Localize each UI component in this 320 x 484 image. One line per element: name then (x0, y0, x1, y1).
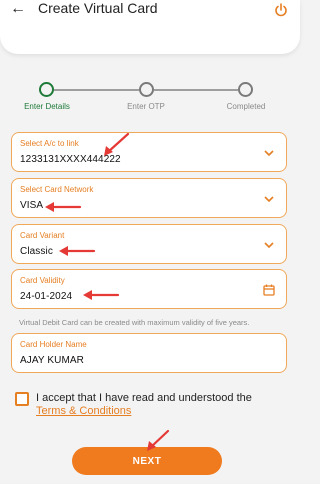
validity-helper-text: Virtual Debit Card can be created with m… (19, 318, 250, 327)
back-button[interactable]: ← (6, 0, 30, 18)
account-select[interactable]: Select A/c to link 1233131XXXX444222 (11, 132, 287, 172)
terms-link[interactable]: Terms & Conditions (36, 405, 131, 417)
progress-stepper: Enter Details Enter OTP Completed (0, 72, 300, 122)
power-button[interactable] (270, 0, 292, 20)
next-button[interactable]: NEXT (72, 447, 222, 475)
account-select-label: Select A/c to link (20, 139, 79, 148)
step-connector (54, 89, 139, 91)
chevron-down-icon (262, 239, 276, 251)
card-validity-field[interactable]: Card Validity 24-01-2024 (11, 269, 287, 309)
card-holder-name-label: Card Holder Name (20, 340, 87, 349)
chevron-down-icon (262, 193, 276, 205)
card-network-select[interactable]: Select Card Network VISA (11, 178, 287, 218)
account-select-value: 1233131XXXX444222 (20, 154, 121, 165)
chevron-down-icon (262, 147, 276, 159)
step-label-completed: Completed (226, 102, 266, 111)
card-network-value: VISA (20, 200, 44, 211)
accept-text: I accept that I have read and understood… (36, 392, 252, 404)
step-connector (154, 89, 238, 91)
step-label-enter-details: Enter Details (24, 102, 70, 111)
calendar-icon[interactable] (262, 284, 276, 296)
power-icon (275, 3, 287, 17)
arrow-left-icon: ← (10, 0, 26, 17)
step-dot-completed (238, 82, 253, 97)
card-variant-label: Card Variant (20, 231, 65, 240)
card-validity-label: Card Validity (20, 276, 65, 285)
card-holder-name-field[interactable]: Card Holder Name AJAY KUMAR (11, 333, 287, 373)
page-title: Create Virtual Card (38, 0, 158, 16)
step-label-enter-otp: Enter OTP (127, 102, 165, 111)
card-variant-value: Classic (20, 246, 53, 257)
app-header: ← Create Virtual Card (0, 0, 300, 54)
card-validity-value: 24-01-2024 (20, 291, 73, 302)
step-dot-enter-otp (139, 82, 154, 97)
card-network-label: Select Card Network (20, 185, 94, 194)
card-holder-name-value: AJAY KUMAR (20, 355, 84, 366)
step-dot-enter-details (39, 82, 54, 97)
card-variant-select[interactable]: Card Variant Classic (11, 224, 287, 264)
terms-checkbox[interactable] (15, 392, 29, 406)
